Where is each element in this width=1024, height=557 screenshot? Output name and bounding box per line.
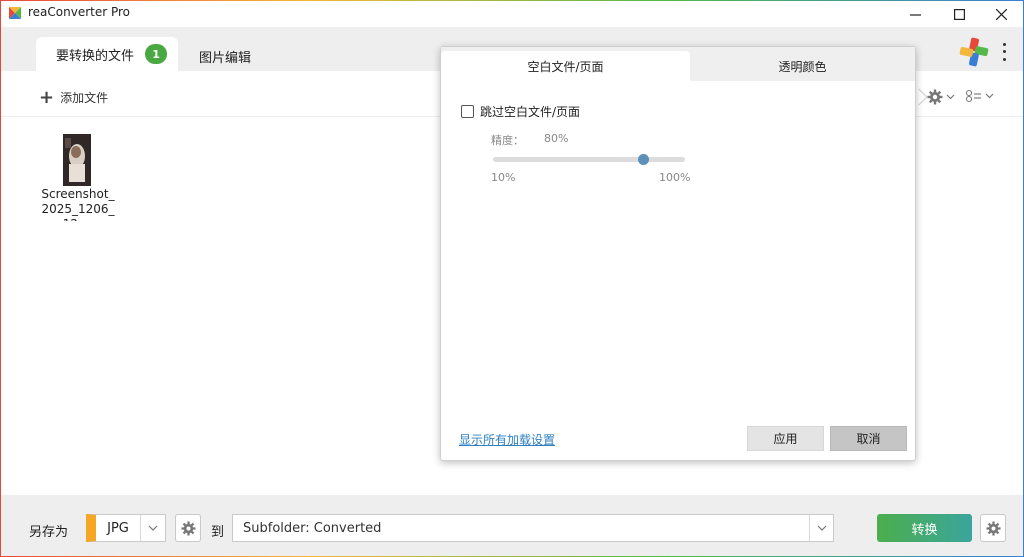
gear-icon	[927, 89, 943, 105]
convert-settings-button[interactable]	[980, 514, 1006, 542]
more-options-icon[interactable]	[997, 41, 1011, 63]
output-bar: 另存为 JPG 到 Subfolder: Converted 转换	[1, 495, 1023, 556]
thumbnail-image	[63, 134, 91, 186]
destination-select[interactable]: Subfolder: Converted	[232, 514, 834, 542]
tab-transparent-color[interactable]: 透明颜色	[690, 51, 915, 81]
format-settings-button[interactable]	[175, 514, 201, 542]
show-all-settings-link[interactable]: 显示所有加载设置	[459, 431, 555, 448]
title-bar: reaConverter Pro	[1, 1, 1023, 27]
gear-icon	[180, 520, 196, 536]
skip-blank-option[interactable]: 跳过空白文件/页面	[461, 103, 580, 120]
brand-logo-icon[interactable]	[959, 37, 989, 67]
cancel-button[interactable]: 取消	[830, 426, 907, 451]
tab-files-label: 要转换的文件	[56, 48, 135, 64]
precision-slider-thumb[interactable]	[637, 154, 649, 165]
slider-max-label: 100%	[659, 171, 691, 184]
app-logo-icon	[9, 7, 21, 19]
convert-button[interactable]: 转换	[877, 514, 972, 542]
window-title: reaConverter Pro	[28, 5, 131, 19]
chevron-down-icon	[985, 93, 994, 99]
view-list-icon	[965, 89, 981, 103]
to-label: 到	[211, 525, 225, 540]
tab-blank-pages[interactable]: 空白文件/页面	[441, 51, 690, 81]
view-mode-button[interactable]	[965, 89, 994, 103]
format-dropdown-arrow[interactable]	[140, 515, 165, 541]
destination-dropdown-arrow[interactable]	[809, 515, 833, 541]
save-as-label: 另存为	[29, 525, 69, 540]
file-count-badge: 1	[145, 44, 168, 64]
maximize-button[interactable]	[937, 1, 981, 27]
maximize-icon	[953, 8, 965, 20]
output-format-value: JPG	[107, 520, 129, 536]
chevron-down-icon	[148, 525, 158, 531]
app-window: reaConverter Pro 要转换的文件 1 图片编辑 + 添加文件 Sc…	[1, 1, 1023, 556]
tab-files-to-convert[interactable]: 要转换的文件 1	[36, 37, 178, 71]
plus-icon: +	[39, 86, 55, 108]
load-settings-popup: 空白文件/页面 透明颜色 跳过空白文件/页面 精度： 80% 10% 100% …	[440, 46, 916, 461]
close-icon	[995, 8, 1007, 20]
chevron-down-icon	[817, 525, 826, 531]
precision-label: 精度：	[491, 134, 524, 147]
popup-tab-bar: 空白文件/页面 透明颜色	[441, 47, 915, 81]
file-name-label: Screenshot_2025_1206_12....	[41, 187, 115, 221]
gear-icon	[985, 520, 1001, 536]
output-format-select[interactable]: JPG	[86, 514, 166, 542]
minimize-button[interactable]	[893, 1, 937, 27]
skip-blank-checkbox[interactable]	[461, 105, 474, 118]
file-thumbnail[interactable]	[63, 134, 91, 186]
skip-blank-label: 跳过空白文件/页面	[480, 105, 581, 119]
precision-value: 80%	[544, 132, 569, 145]
slider-min-label: 10%	[491, 171, 516, 184]
chevron-down-icon	[946, 94, 955, 100]
close-button[interactable]	[979, 1, 1023, 27]
add-files-label: 添加文件	[60, 91, 109, 105]
apply-button[interactable]: 应用	[747, 426, 824, 451]
precision-slider[interactable]	[493, 154, 685, 165]
minimize-icon	[909, 13, 921, 16]
destination-value: Subfolder: Converted	[243, 520, 382, 536]
load-settings-button[interactable]	[927, 89, 955, 105]
add-files-button[interactable]: + 添加文件	[39, 86, 109, 108]
tab-image-edit[interactable]: 图片编辑	[199, 47, 251, 66]
